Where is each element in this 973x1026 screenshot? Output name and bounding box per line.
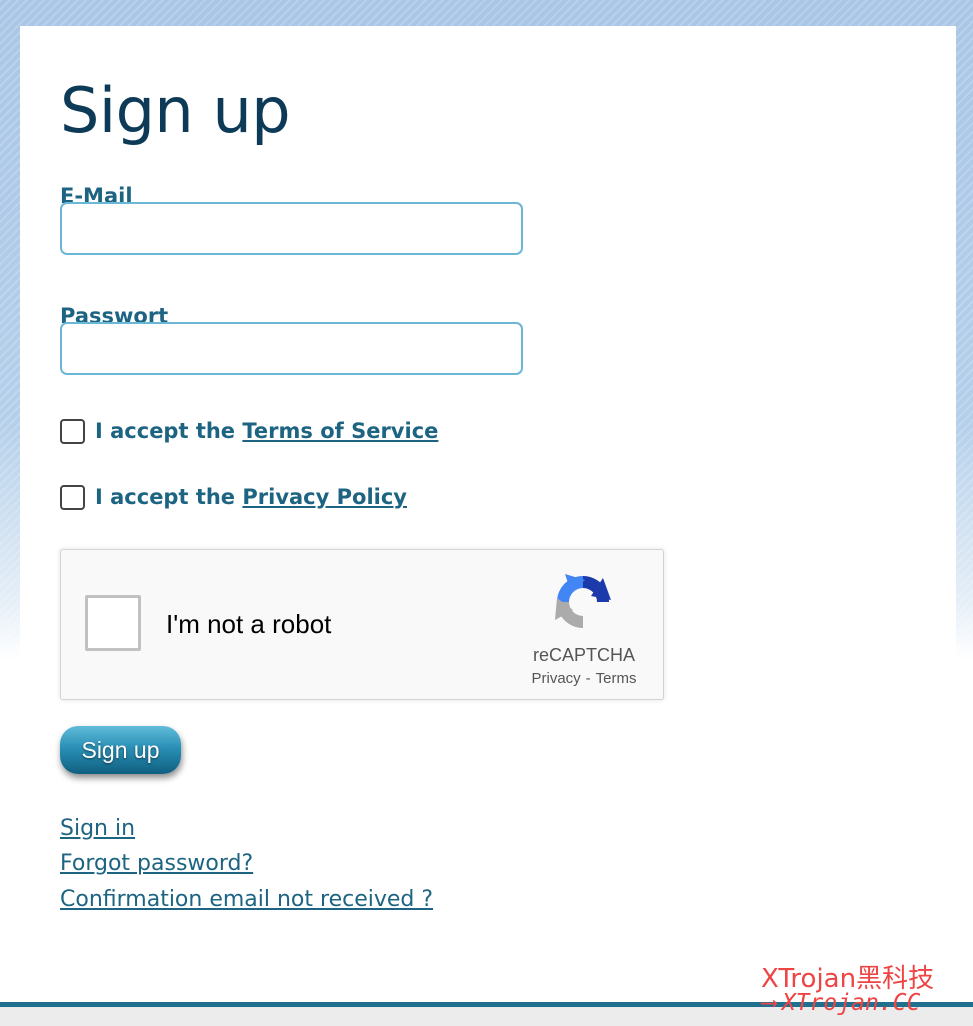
signup-card: Sign up E-Mail Passwort I accept the Ter… xyxy=(20,26,956,1002)
recaptcha-links: Privacy - Terms xyxy=(513,670,655,687)
recaptcha-label: I'm not a robot xyxy=(166,609,332,639)
sign-in-link[interactable]: Sign in xyxy=(60,816,135,841)
page-title: Sign up xyxy=(60,74,291,147)
privacy-prefix: I accept the xyxy=(95,485,236,509)
recaptcha-terms-link[interactable]: Terms xyxy=(596,670,637,687)
watermark-url: ⟶ XTrojan.CC xyxy=(762,990,920,1016)
recaptcha-brand: reCAPTCHA xyxy=(532,645,635,665)
confirmation-email-link[interactable]: Confirmation email not received ? xyxy=(60,887,433,912)
watermark-url-text: XTrojan.CC xyxy=(781,990,921,1016)
terms-text: I accept the Terms of Service xyxy=(95,419,438,443)
sign-up-button[interactable]: Sign up xyxy=(60,726,181,774)
arrow-right-icon: ⟶ xyxy=(762,990,776,1016)
recaptcha-widget: I'm not a robot reCAPTCHA Privacy - Terms xyxy=(60,549,664,700)
recaptcha-logo-icon xyxy=(555,574,611,628)
privacy-row: I accept the Privacy Policy xyxy=(60,482,407,512)
recaptcha-privacy-link[interactable]: Privacy xyxy=(531,670,580,687)
privacy-checkbox[interactable] xyxy=(60,484,85,510)
privacy-text: I accept the Privacy Policy xyxy=(95,485,407,509)
terms-row: I accept the Terms of Service xyxy=(60,416,438,446)
recaptcha-separator: - xyxy=(585,670,591,687)
terms-of-service-link[interactable]: Terms of Service xyxy=(242,419,438,443)
recaptcha-checkbox[interactable] xyxy=(85,595,141,651)
terms-checkbox[interactable] xyxy=(60,418,85,444)
privacy-policy-link[interactable]: Privacy Policy xyxy=(242,485,407,509)
email-input[interactable] xyxy=(60,202,523,255)
password-input[interactable] xyxy=(60,322,523,375)
forgot-password-link[interactable]: Forgot password? xyxy=(60,851,253,876)
terms-prefix: I accept the xyxy=(95,419,236,443)
